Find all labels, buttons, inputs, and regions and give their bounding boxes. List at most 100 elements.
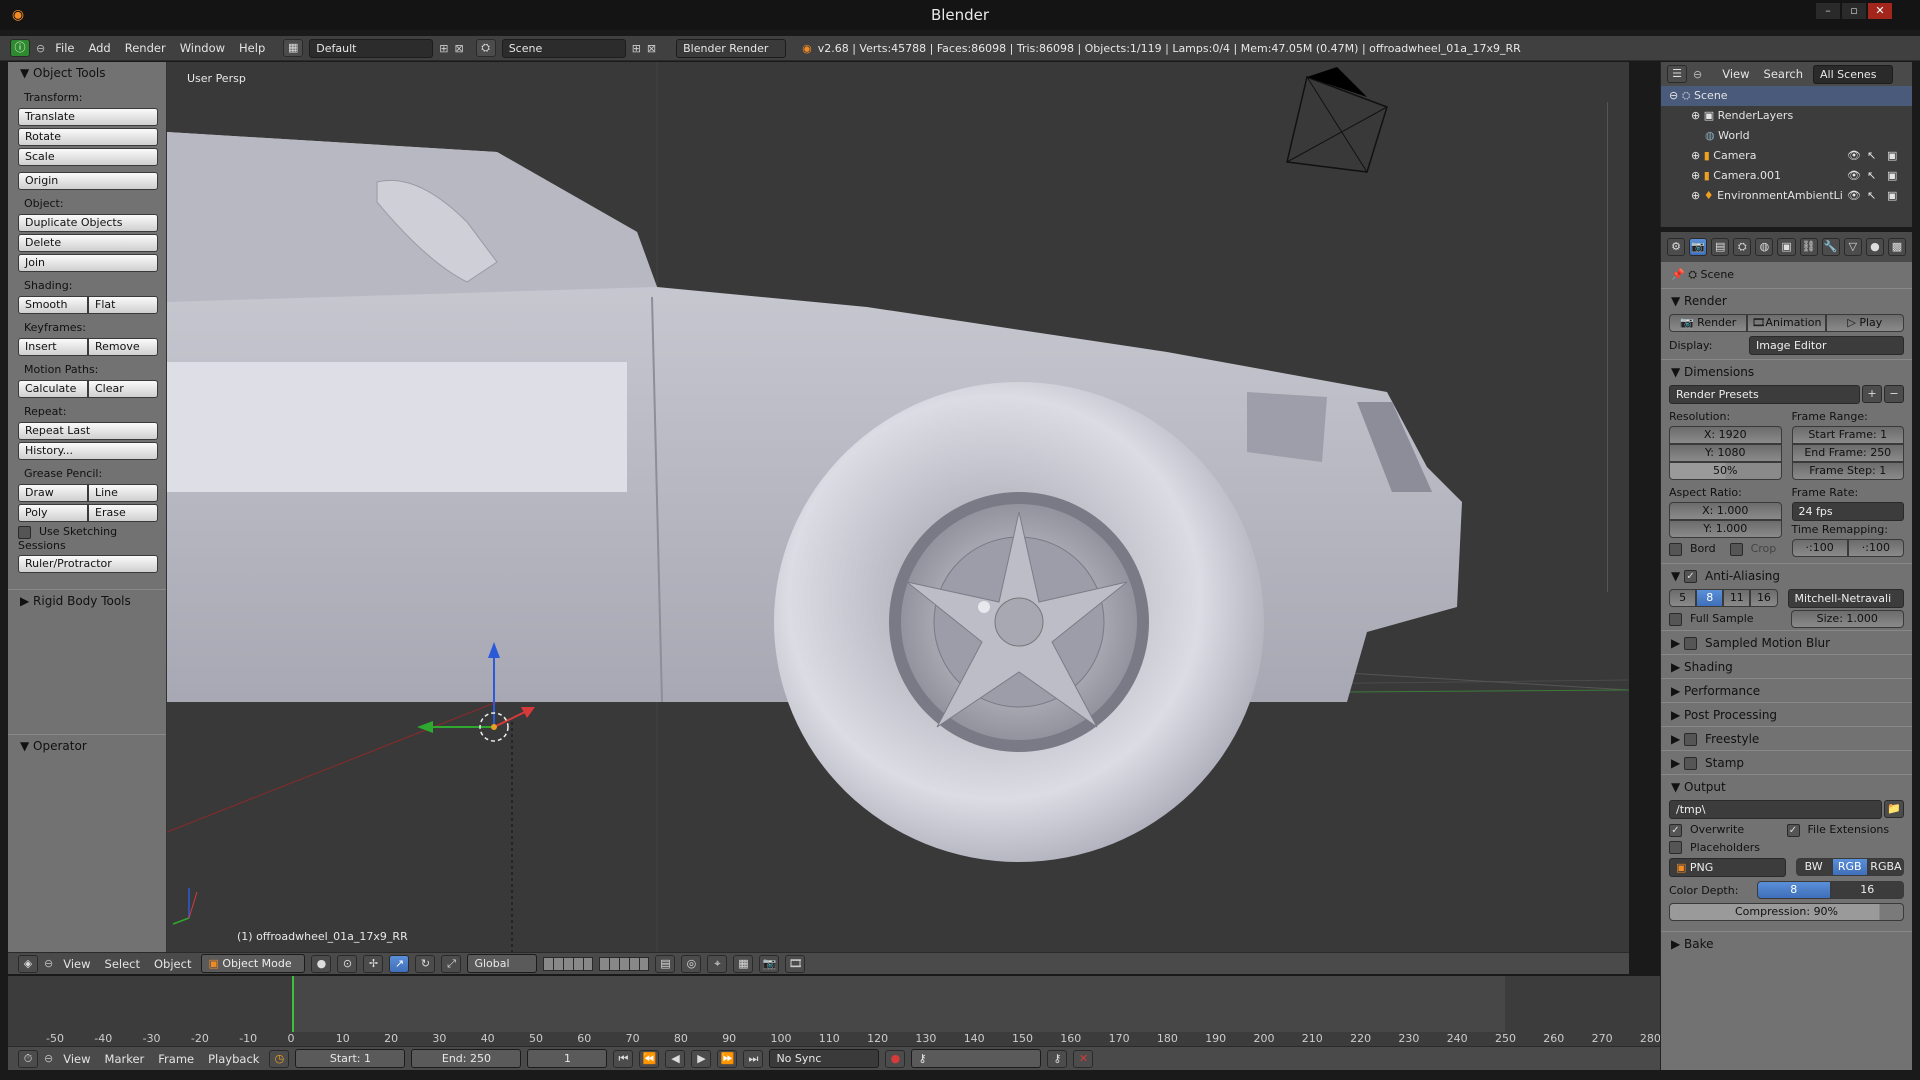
freestyle-checkbox[interactable] xyxy=(1684,733,1698,746)
snap-icon[interactable]: ⌖ xyxy=(707,954,728,973)
scene-field[interactable]: Scene xyxy=(501,38,626,58)
viewport-collapse-icon[interactable]: ⊖ xyxy=(44,957,53,970)
anti-aliasing-panel-header[interactable]: ▼ ✓ Anti-Aliasing xyxy=(1661,563,1912,587)
clear-button[interactable]: Clear xyxy=(88,380,158,398)
resolution-y-field[interactable]: Y: 1080 xyxy=(1669,444,1782,462)
placeholders-checkbox[interactable] xyxy=(1669,841,1682,854)
translate-button[interactable]: Translate xyxy=(18,108,158,126)
properties-editor-icon[interactable]: ⚙ xyxy=(1667,238,1686,256)
minimize-button[interactable]: – xyxy=(1816,3,1840,19)
env-visibility-icon[interactable]: 👁 xyxy=(1847,186,1861,206)
render-context-icon[interactable]: 📷 xyxy=(1689,238,1708,256)
pivot-point-icon[interactable]: ⊙ xyxy=(337,954,358,973)
camera-visibility-icon[interactable]: 👁 xyxy=(1847,146,1861,166)
add-scene-icon[interactable]: ⊞ xyxy=(632,42,641,55)
file-format-select[interactable]: ▣ PNG xyxy=(1669,858,1786,877)
outliner-item-world[interactable]: ◍ World xyxy=(1661,126,1912,146)
rotate-button[interactable]: Rotate xyxy=(18,128,158,146)
compression-slider[interactable]: Compression: 90% xyxy=(1669,903,1904,921)
remap-old-field[interactable]: ·:100 xyxy=(1791,539,1848,557)
shading-panel-header[interactable]: ▶ Shading xyxy=(1661,654,1912,678)
calculate-button[interactable]: Calculate xyxy=(18,380,88,398)
operator-header[interactable]: ▼ Operator xyxy=(8,734,166,756)
viewport-menu-object[interactable]: Object xyxy=(150,957,195,971)
start-frame-field[interactable]: Start: 1 xyxy=(295,1049,406,1068)
history-button[interactable]: History... xyxy=(18,442,158,460)
outliner-item-camera001[interactable]: ⊕ ▮ Camera.001 👁 ↖ ▣ xyxy=(1661,166,1912,186)
layers-grid-2[interactable] xyxy=(599,956,650,971)
output-path-field[interactable]: /tmp\ xyxy=(1669,800,1882,819)
erase-button[interactable]: Erase xyxy=(88,504,158,522)
outliner-collapse-icon[interactable]: ⊖ xyxy=(1693,68,1702,81)
translate-manipulator-icon[interactable]: ↗ xyxy=(389,954,410,973)
menu-render[interactable]: Render xyxy=(121,41,170,55)
scale-manipulator-icon[interactable]: ⤢ xyxy=(441,954,462,973)
file-extensions-toggle[interactable]: ✓ File Extensions xyxy=(1786,823,1905,837)
delete-button[interactable]: Delete xyxy=(18,234,158,252)
file-browser-icon[interactable]: 📁 xyxy=(1884,800,1904,818)
outliner-item-renderlayers[interactable]: ⊕ ▣ RenderLayers xyxy=(1661,106,1912,126)
camera001-select-icon[interactable]: ↖ xyxy=(1867,166,1876,186)
remove-keyframe-button[interactable]: Remove xyxy=(88,338,158,356)
aa-filter-select[interactable]: Mitchell-Netravali xyxy=(1787,589,1904,608)
camera001-visibility-icon[interactable]: 👁 xyxy=(1847,166,1861,186)
timeline-menu-view[interactable]: View xyxy=(59,1052,94,1066)
viewport-menu-select[interactable]: Select xyxy=(101,957,144,971)
aa-samples-11[interactable]: 11 xyxy=(1723,589,1751,607)
aa-size-field[interactable]: Size: 1.000 xyxy=(1790,610,1904,628)
timeline-collapse-icon[interactable]: ⊖ xyxy=(44,1052,53,1065)
timeline-menu-marker[interactable]: Marker xyxy=(101,1052,149,1066)
next-keyframe-icon[interactable]: ⏩ xyxy=(717,1049,738,1068)
motion-blur-checkbox[interactable] xyxy=(1684,637,1698,650)
3d-viewport[interactable]: User Persp (1) offroadwheel_01a_17x9_RR xyxy=(167,62,1629,952)
scale-button[interactable]: Scale xyxy=(18,148,158,166)
current-frame-field[interactable]: 1 xyxy=(527,1049,608,1068)
full-sample-checkbox[interactable] xyxy=(1669,612,1682,626)
poly-button[interactable]: Poly xyxy=(18,504,88,522)
start-frame-field[interactable]: Start Frame: 1 xyxy=(1791,426,1904,444)
duplicate-objects-button[interactable]: Duplicate Objects xyxy=(18,214,158,232)
repeat-last-button[interactable]: Repeat Last xyxy=(18,422,158,440)
viewport-scrollbar[interactable] xyxy=(1607,102,1619,592)
border-checkbox[interactable] xyxy=(1669,542,1682,556)
scene-context-icon[interactable]: ⛭ xyxy=(1733,238,1752,256)
insert-keyframe-button[interactable]: Insert xyxy=(18,338,88,356)
render-presets-select[interactable]: Render Presets xyxy=(1669,385,1860,404)
shading-mode-icon[interactable]: ● xyxy=(311,954,332,973)
env-render-icon[interactable]: ▣ xyxy=(1887,186,1897,206)
draw-button[interactable]: Draw xyxy=(18,484,88,502)
close-button[interactable]: ✕ xyxy=(1868,3,1892,19)
color-rgba-button[interactable]: RGBA xyxy=(1867,858,1905,876)
color-rgb-button[interactable]: RGB xyxy=(1831,858,1868,876)
timeline-menu-frame[interactable]: Frame xyxy=(154,1052,198,1066)
play-reverse-icon[interactable]: ◀ xyxy=(665,1049,686,1068)
menu-window[interactable]: Window xyxy=(176,41,229,55)
origin-button[interactable]: Origin xyxy=(18,172,158,190)
anti-aliasing-checkbox[interactable]: ✓ xyxy=(1684,570,1698,583)
camera-render-icon[interactable]: ▣ xyxy=(1887,146,1897,166)
remap-new-field[interactable]: ·:100 xyxy=(1847,539,1904,557)
data-context-icon[interactable]: ▽ xyxy=(1843,238,1862,256)
file-extensions-checkbox[interactable]: ✓ xyxy=(1786,823,1800,837)
end-frame-field[interactable]: End Frame: 250 xyxy=(1791,444,1904,462)
prev-keyframe-icon[interactable]: ⏪ xyxy=(639,1049,660,1068)
menu-help[interactable]: Help xyxy=(235,41,269,55)
outliner-item-environment[interactable]: ⊕ ♦ EnvironmentAmbientLi 👁 ↖ ▣ xyxy=(1661,186,1912,206)
env-select-icon[interactable]: ↖ xyxy=(1867,186,1876,206)
aspect-x-field[interactable]: X: 1.000 xyxy=(1669,502,1782,520)
placeholders-toggle[interactable]: Placeholders xyxy=(1669,841,1904,854)
texture-context-icon[interactable]: ▩ xyxy=(1887,238,1907,256)
outliner-menu-search[interactable]: Search xyxy=(1760,67,1808,81)
bake-panel-header[interactable]: ▶ Bake xyxy=(1661,931,1912,955)
proportional-edit-icon[interactable]: ◎ xyxy=(681,954,702,973)
rotate-manipulator-icon[interactable]: ↻ xyxy=(415,954,436,973)
aa-samples-5[interactable]: 5 xyxy=(1669,589,1697,607)
rigid-body-tools-header[interactable]: ▶ Rigid Body Tools xyxy=(8,588,166,611)
color-depth-8-button[interactable]: 8 xyxy=(1757,881,1831,899)
line-button[interactable]: Line xyxy=(88,484,158,502)
timeline-editor-icon[interactable]: ⏱ xyxy=(18,1049,38,1068)
end-frame-field[interactable]: End: 250 xyxy=(411,1049,522,1068)
viewport-menu-view[interactable]: View xyxy=(59,957,94,971)
aspect-y-field[interactable]: Y: 1.000 xyxy=(1669,520,1782,538)
color-depth-16-button[interactable]: 16 xyxy=(1830,881,1904,899)
